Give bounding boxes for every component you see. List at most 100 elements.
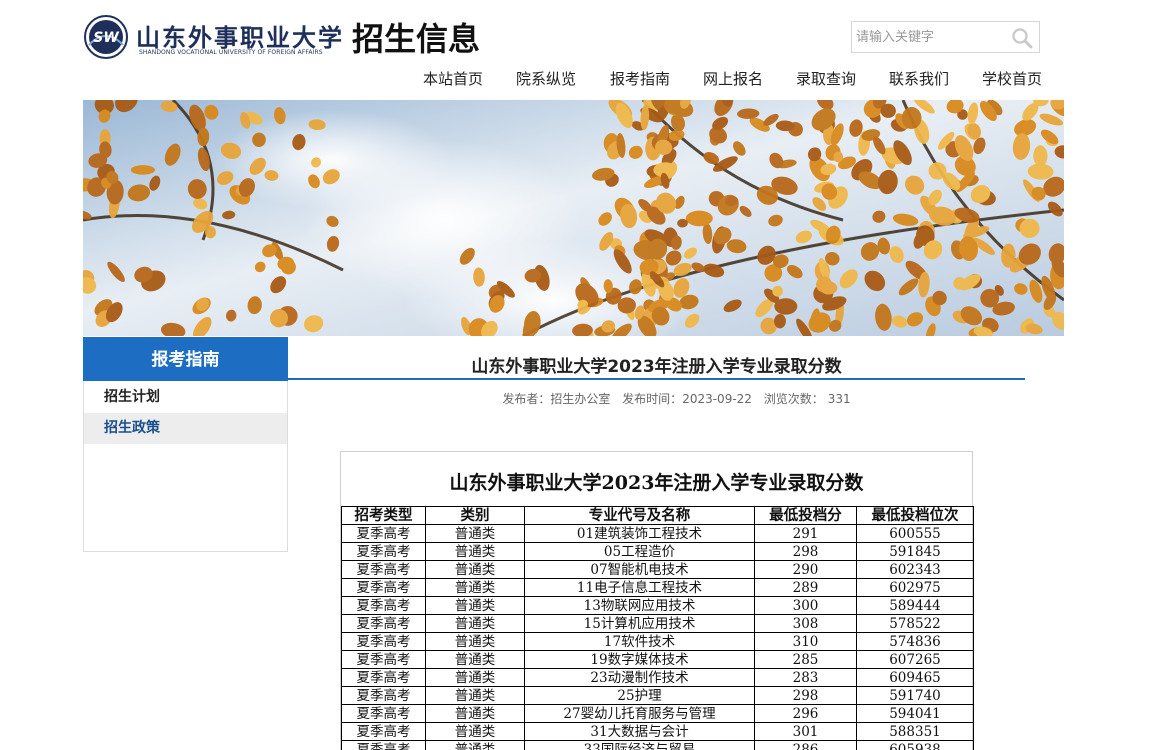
nav-item-apply[interactable]: 网上报名 bbox=[703, 68, 763, 89]
table-cell: 夏季高考 bbox=[341, 578, 426, 597]
table-cell: 589444 bbox=[856, 596, 974, 615]
score-table-title: 山东外事职业大学2023年注册入学专业录取分数 bbox=[449, 472, 864, 494]
table-row: 夏季高考 普通类 01建筑装饰工程技术 291 600555 bbox=[341, 524, 974, 543]
table-cell: 普通类 bbox=[425, 596, 525, 615]
table-cell: 602975 bbox=[856, 578, 974, 597]
publisher-field: 发布者：招生办公室 bbox=[502, 392, 610, 406]
search-input[interactable] bbox=[856, 22, 1006, 52]
leaf-shape bbox=[685, 210, 713, 227]
table-cell: 夏季高考 bbox=[341, 740, 426, 750]
table-cell: 普通类 bbox=[425, 704, 525, 723]
table-cell: 591845 bbox=[856, 542, 974, 561]
table-cell: 普通类 bbox=[425, 524, 525, 543]
table-cell: 夏季高考 bbox=[341, 560, 426, 579]
sidebar: 报考指南 招生计划 招生政策 bbox=[83, 337, 288, 552]
nav-item-school-home[interactable]: 学校首页 bbox=[982, 68, 1042, 89]
publisher-value: 招生办公室 bbox=[550, 392, 611, 406]
table-cell: 11电子信息工程技术 bbox=[524, 578, 755, 597]
table-cell: 290 bbox=[754, 560, 857, 579]
table-row: 夏季高考 普通类 15计算机应用技术 308 578522 bbox=[341, 614, 974, 633]
table-cell: 05工程造价 bbox=[524, 542, 755, 561]
table-cell: 夏季高考 bbox=[341, 596, 426, 615]
nav-item-home[interactable]: 本站首页 bbox=[423, 68, 483, 89]
views-label: 浏览次数： bbox=[763, 392, 824, 406]
table-cell: 15计算机应用技术 bbox=[524, 614, 755, 633]
table-cell: 夏季高考 bbox=[341, 542, 426, 561]
table-cell: 286 bbox=[754, 740, 857, 750]
table-cell: 夏季高考 bbox=[341, 704, 426, 723]
table-cell: 296 bbox=[754, 704, 857, 723]
nav-item-guide[interactable]: 报考指南 bbox=[610, 68, 670, 89]
logo-chinese-name: 山东外事职业大学 bbox=[136, 23, 344, 52]
table-cell: 普通类 bbox=[425, 560, 525, 579]
sidebar-item-plan[interactable]: 招生计划 bbox=[84, 382, 287, 413]
table-cell: 普通类 bbox=[425, 650, 525, 669]
score-table-body: 夏季高考 普通类 01建筑装饰工程技术 291 600555 夏季高考 普通类 05工程造价 2… bbox=[341, 524, 974, 750]
article-meta: 发布者：招生办公室 发布时间：2023-09-22 浏览次数： 331 bbox=[288, 390, 1073, 407]
table-cell: 609465 bbox=[856, 668, 974, 687]
table-row: 夏季高考 普通类 13物联网应用技术 300 589444 bbox=[341, 596, 974, 615]
views-value: 331 bbox=[827, 392, 851, 406]
table-cell: 605938 bbox=[856, 740, 974, 750]
table-header-row: 招考类型 类别 专业代号及名称 最低投档分 最低投档位次 bbox=[341, 506, 974, 525]
nav-item-contact[interactable]: 联系我们 bbox=[889, 68, 949, 89]
score-table: 招考类型 类别 专业代号及名称 最低投档分 最低投档位次 夏季高考 普通类 01建筑… bbox=[341, 506, 974, 750]
table-cell: 夏季高考 bbox=[341, 722, 426, 741]
table-cell: 607265 bbox=[856, 650, 974, 669]
table-cell: 夏季高考 bbox=[341, 686, 426, 705]
table-row: 夏季高考 普通类 11电子信息工程技术 289 602975 bbox=[341, 578, 974, 597]
table-cell: 588351 bbox=[856, 722, 974, 741]
leaf-shape bbox=[130, 165, 155, 175]
table-row: 夏季高考 普通类 05工程造价 298 591845 bbox=[341, 542, 974, 561]
table-cell: 01建筑装饰工程技术 bbox=[524, 524, 755, 543]
banner-image bbox=[83, 100, 1064, 336]
table-cell: 31大数据与会计 bbox=[524, 722, 755, 741]
table-cell: 普通类 bbox=[425, 632, 525, 651]
table-cell: 283 bbox=[754, 668, 857, 687]
table-cell: 普通类 bbox=[425, 686, 525, 705]
university-logo[interactable]: SW 山东外事职业大学 SHANDONG VOCATIONAL UNIVERSI… bbox=[84, 15, 342, 59]
table-cell: 301 bbox=[754, 722, 857, 741]
table-cell: 23动漫制作技术 bbox=[524, 668, 755, 687]
table-row: 夏季高考 普通类 33国际经济与贸易 286 605938 bbox=[341, 740, 974, 750]
table-cell: 19数字媒体技术 bbox=[524, 650, 755, 669]
column-header: 专业代号及名称 bbox=[524, 506, 755, 525]
views-field: 浏览次数： 331 bbox=[764, 392, 851, 406]
table-cell: 夏季高考 bbox=[341, 668, 426, 687]
table-cell: 298 bbox=[754, 686, 857, 705]
date-label: 发布时间： bbox=[622, 392, 683, 406]
sidebar-item-policy[interactable]: 招生政策 bbox=[84, 413, 287, 444]
score-table-image: 山东外事职业大学2023年注册入学专业录取分数 招考类型 类别 专业代号及名称 … bbox=[340, 451, 974, 750]
table-cell: 25护理 bbox=[524, 686, 755, 705]
table-cell: 285 bbox=[754, 650, 857, 669]
table-cell: 289 bbox=[754, 578, 857, 597]
table-row: 夏季高考 普通类 07智能机电技术 290 602343 bbox=[341, 560, 974, 579]
table-row: 夏季高考 普通类 27婴幼儿托育服务与管理 296 594041 bbox=[341, 704, 974, 723]
table-cell: 普通类 bbox=[425, 668, 525, 687]
search-box bbox=[851, 21, 1040, 53]
column-header: 最低投档分 bbox=[754, 506, 857, 525]
title-divider bbox=[288, 378, 1025, 380]
table-cell: 17软件技术 bbox=[524, 632, 755, 651]
table-cell: 13物联网应用技术 bbox=[524, 596, 755, 615]
search-icon[interactable] bbox=[1011, 27, 1033, 49]
table-cell: 普通类 bbox=[425, 542, 525, 561]
table-cell: 普通类 bbox=[425, 614, 525, 633]
table-cell: 578522 bbox=[856, 614, 974, 633]
date-value: 2023-09-22 bbox=[682, 392, 752, 406]
table-cell: 591740 bbox=[856, 686, 974, 705]
nav-item-departments[interactable]: 院系纵览 bbox=[516, 68, 576, 89]
table-cell: 300 bbox=[754, 596, 857, 615]
table-cell: 夏季高考 bbox=[341, 614, 426, 633]
article-title: 山东外事职业大学2023年注册入学专业录取分数 bbox=[471, 357, 842, 377]
table-cell: 夏季高考 bbox=[341, 632, 426, 651]
table-cell: 310 bbox=[754, 632, 857, 651]
sidebar-title: 报考指南 bbox=[83, 337, 288, 381]
table-row: 夏季高考 普通类 23动漫制作技术 283 609465 bbox=[341, 668, 974, 687]
logo-english-name: SHANDONG VOCATIONAL UNIVERSITY OF FOREIG… bbox=[139, 49, 323, 56]
seal-mark: SW bbox=[93, 30, 119, 46]
table-cell: 291 bbox=[754, 524, 857, 543]
nav-item-results[interactable]: 录取查询 bbox=[796, 68, 856, 89]
table-row: 夏季高考 普通类 17软件技术 310 574836 bbox=[341, 632, 974, 651]
column-header: 招考类型 bbox=[341, 506, 426, 525]
